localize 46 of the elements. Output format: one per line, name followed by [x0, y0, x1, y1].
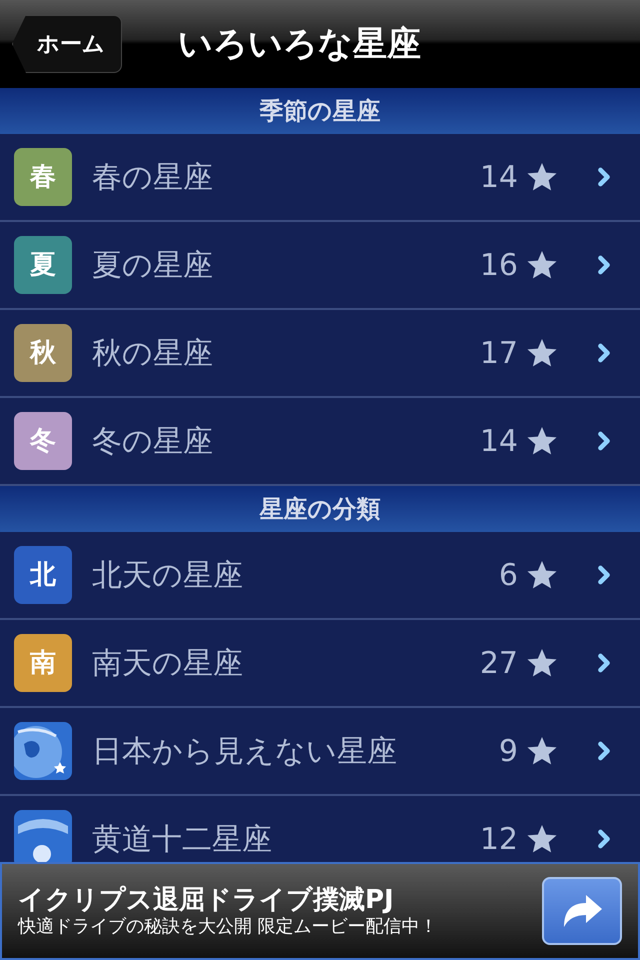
category-badge: 南 [14, 634, 72, 692]
list-row[interactable]: 夏 夏の星座 16 [0, 222, 640, 310]
list-row[interactable]: 春 春の星座 14 [0, 134, 640, 222]
star-icon [526, 559, 558, 591]
row-label: 春の星座 [92, 158, 213, 196]
ad-text: 快適ドライブの秘訣を大公開 限定ムービー配信中！ [18, 916, 439, 938]
category-badge: 春 [14, 148, 72, 206]
star-icon [526, 823, 558, 855]
category-badge: 秋 [14, 324, 72, 382]
ad-title: イクリプス退屈ドライブ撲滅PJ [18, 884, 395, 916]
star-icon [526, 161, 558, 193]
star-count: 14 [480, 422, 518, 460]
row-label: 夏の星座 [92, 246, 213, 284]
list-row[interactable]: 北 北天の星座 6 [0, 532, 640, 620]
row-label: 冬の星座 [92, 422, 213, 460]
share-button[interactable] [542, 877, 622, 945]
screen-title: いろいろな星座 [178, 22, 421, 66]
ad-banner[interactable]: イクリプス退屈ドライブ撲滅PJ 快適ドライブの秘訣を大公開 限定ムービー配信中！ [0, 862, 640, 960]
list-row[interactable]: 日本から見えない星座 9 [0, 708, 640, 796]
star-count: 12 [480, 820, 518, 858]
list-row[interactable]: 南 南天の星座 27 [0, 620, 640, 708]
category-badge: 冬 [14, 412, 72, 470]
globe-icon [14, 722, 72, 780]
sun-icon [14, 810, 72, 862]
row-label: 南天の星座 [92, 644, 243, 682]
star-count: 27 [480, 644, 518, 682]
row-label: 秋の星座 [92, 334, 213, 372]
section-header: 季節の星座 [0, 88, 640, 134]
star-icon [526, 425, 558, 457]
category-badge: 北 [14, 546, 72, 604]
row-label: 黄道十二星座 [92, 820, 272, 858]
star-icon [526, 249, 558, 281]
star-icon [526, 647, 558, 679]
category-badge: 夏 [14, 236, 72, 294]
list-row[interactable]: 秋 秋の星座 17 [0, 310, 640, 398]
star-count: 9 [498, 732, 518, 770]
row-label: 北天の星座 [92, 556, 243, 594]
row-label: 日本から見えない星座 [92, 732, 397, 770]
star-count: 16 [480, 246, 518, 284]
star-count: 14 [480, 158, 518, 196]
star-count: 17 [480, 334, 518, 372]
star-count: 6 [498, 556, 518, 594]
back-button[interactable]: ホーム [12, 15, 122, 73]
star-icon [526, 735, 558, 767]
star-icon [526, 337, 558, 369]
section-header: 星座の分類 [0, 486, 640, 532]
